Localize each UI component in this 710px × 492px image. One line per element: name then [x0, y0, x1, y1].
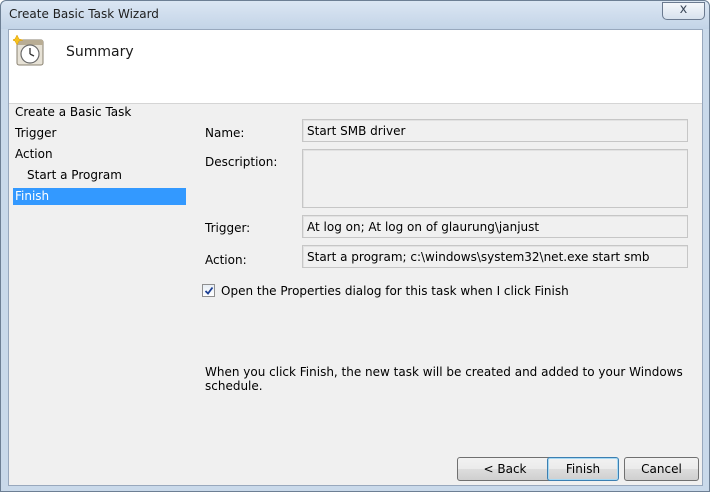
step-action[interactable]: Action — [15, 146, 186, 163]
wizard-header: Summary — [9, 30, 702, 104]
step-label: Start a Program — [27, 168, 122, 182]
cancel-button-label: Cancel — [641, 462, 682, 476]
finish-info-text: When you click Finish, the new task will… — [205, 365, 683, 393]
step-label: Create a Basic Task — [15, 105, 132, 119]
step-label: Action — [15, 147, 53, 161]
page-title: Summary — [66, 44, 134, 60]
step-create-basic-task[interactable]: Create a Basic Task — [15, 104, 186, 121]
open-properties-checkbox[interactable] — [202, 284, 215, 297]
step-label: Finish — [15, 189, 50, 203]
wizard-client-area: Summary Create a Basic Task Trigger Acti… — [8, 29, 703, 486]
step-trigger[interactable]: Trigger — [15, 125, 186, 142]
step-finish[interactable]: Finish — [13, 188, 186, 205]
back-button[interactable]: < Back — [457, 457, 553, 481]
name-label: Name: — [205, 126, 245, 140]
action-field[interactable]: Start a program; c:\windows\system32\net… — [302, 245, 688, 268]
back-button-label: < Back — [483, 462, 527, 476]
name-field[interactable]: Start SMB driver — [302, 119, 688, 142]
name-value: Start SMB driver — [307, 124, 406, 138]
finish-button-label: Finish — [565, 462, 601, 476]
action-label: Action: — [205, 253, 247, 267]
open-properties-label[interactable]: Open the Properties dialog for this task… — [221, 284, 569, 298]
trigger-field[interactable]: At log on; At log on of glaurung\janjust — [302, 215, 688, 238]
wizard-window: Create Basic Task Wizard x Summary Creat… — [0, 0, 710, 492]
clock-task-icon — [13, 34, 44, 66]
step-label: Trigger — [15, 126, 57, 140]
description-field[interactable] — [302, 149, 688, 208]
cancel-button[interactable]: Cancel — [624, 457, 699, 481]
title-bar[interactable]: Create Basic Task Wizard x — [1, 1, 709, 29]
step-start-a-program[interactable]: Start a Program — [27, 167, 186, 184]
trigger-value: At log on; At log on of glaurung\janjust — [307, 220, 540, 234]
finish-button[interactable]: Finish — [547, 457, 619, 481]
checkmark-icon — [204, 286, 214, 295]
description-label: Description: — [205, 155, 278, 169]
close-icon: x — [679, 2, 688, 17]
action-value: Start a program; c:\windows\system32\net… — [307, 250, 650, 264]
close-button[interactable]: x — [662, 2, 705, 20]
window-title: Create Basic Task Wizard — [9, 7, 159, 21]
trigger-label: Trigger: — [205, 221, 251, 235]
